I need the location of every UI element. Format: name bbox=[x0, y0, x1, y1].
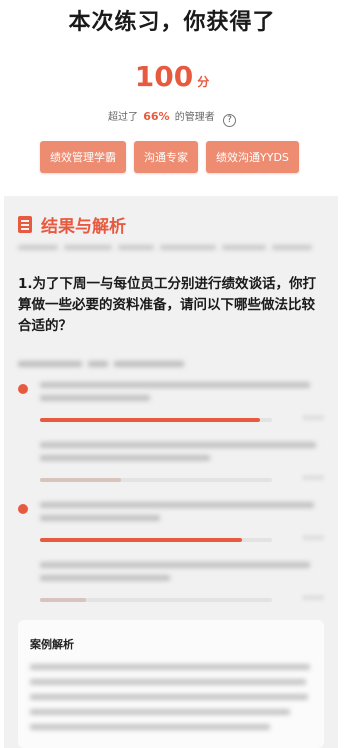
case-analysis-title: 案例解析 bbox=[30, 638, 74, 651]
blurred-option-text bbox=[40, 442, 320, 468]
blurred-percent: •••• bbox=[302, 594, 324, 604]
question-circle-icon[interactable]: ? bbox=[222, 114, 236, 127]
blurred-percent: •••• bbox=[302, 414, 324, 424]
option-item: •••• bbox=[18, 382, 324, 434]
analysis-panel: 结果与解析 1.为了下周一与每位员工分别进行绩效谈话，你打算做一些必要的资料准备… bbox=[4, 196, 338, 748]
result-heading: 本次练习，你获得了 bbox=[68, 10, 276, 35]
blurred-answer-summary bbox=[18, 352, 208, 367]
blurred-percent: •••• bbox=[302, 474, 324, 484]
score-value: 100 bbox=[134, 60, 194, 93]
option-result-fill bbox=[40, 418, 261, 422]
selected-marker bbox=[18, 504, 28, 514]
badge-performance-yyds[interactable]: 绩效沟通YYDS bbox=[206, 141, 299, 173]
option-result-fill bbox=[40, 538, 242, 542]
section-title: 结果与解析 bbox=[41, 217, 126, 237]
percentile-text: 超过了 66% 的管理者 ? bbox=[0, 108, 344, 127]
option-item: •••• bbox=[18, 502, 324, 554]
percentile-suffix: 的管理者 bbox=[174, 112, 215, 123]
option-result-bar bbox=[40, 538, 272, 542]
percentile-prefix: 超过了 bbox=[108, 112, 139, 123]
option-item: •••• bbox=[18, 562, 324, 614]
option-result-bar bbox=[40, 478, 272, 482]
blurred-percent: •••• bbox=[302, 534, 324, 544]
blurred-meta-line bbox=[18, 243, 324, 251]
document-icon bbox=[18, 216, 32, 233]
section-header: 结果与解析 bbox=[18, 212, 126, 237]
badge-communication-expert[interactable]: 沟通专家 bbox=[134, 141, 198, 173]
selected-marker bbox=[18, 384, 28, 394]
percentile-value: 66% bbox=[143, 110, 170, 123]
option-result-bar bbox=[40, 418, 272, 422]
achievement-badges: 绩效管理学霸 沟通专家 绩效沟通YYDS bbox=[40, 141, 299, 173]
blurred-option-text bbox=[40, 502, 320, 528]
badge-performance-master[interactable]: 绩效管理学霸 bbox=[40, 141, 126, 173]
case-analysis-card: 案例解析 bbox=[18, 620, 324, 748]
blurred-option-text bbox=[40, 382, 320, 408]
blurred-case-text bbox=[30, 664, 312, 739]
option-result-bar bbox=[40, 598, 272, 602]
question-text: 1.为了下周一与每位员工分别进行绩效谈话，你打算做一些必要的资料准备，请问以下哪… bbox=[18, 276, 317, 334]
option-item: •••• bbox=[18, 442, 324, 494]
blurred-option-text bbox=[40, 562, 320, 588]
option-result-fill bbox=[40, 478, 122, 482]
score-display: 100 分 bbox=[0, 60, 344, 93]
option-result-fill bbox=[40, 598, 87, 602]
score-unit: 分 bbox=[197, 75, 210, 89]
